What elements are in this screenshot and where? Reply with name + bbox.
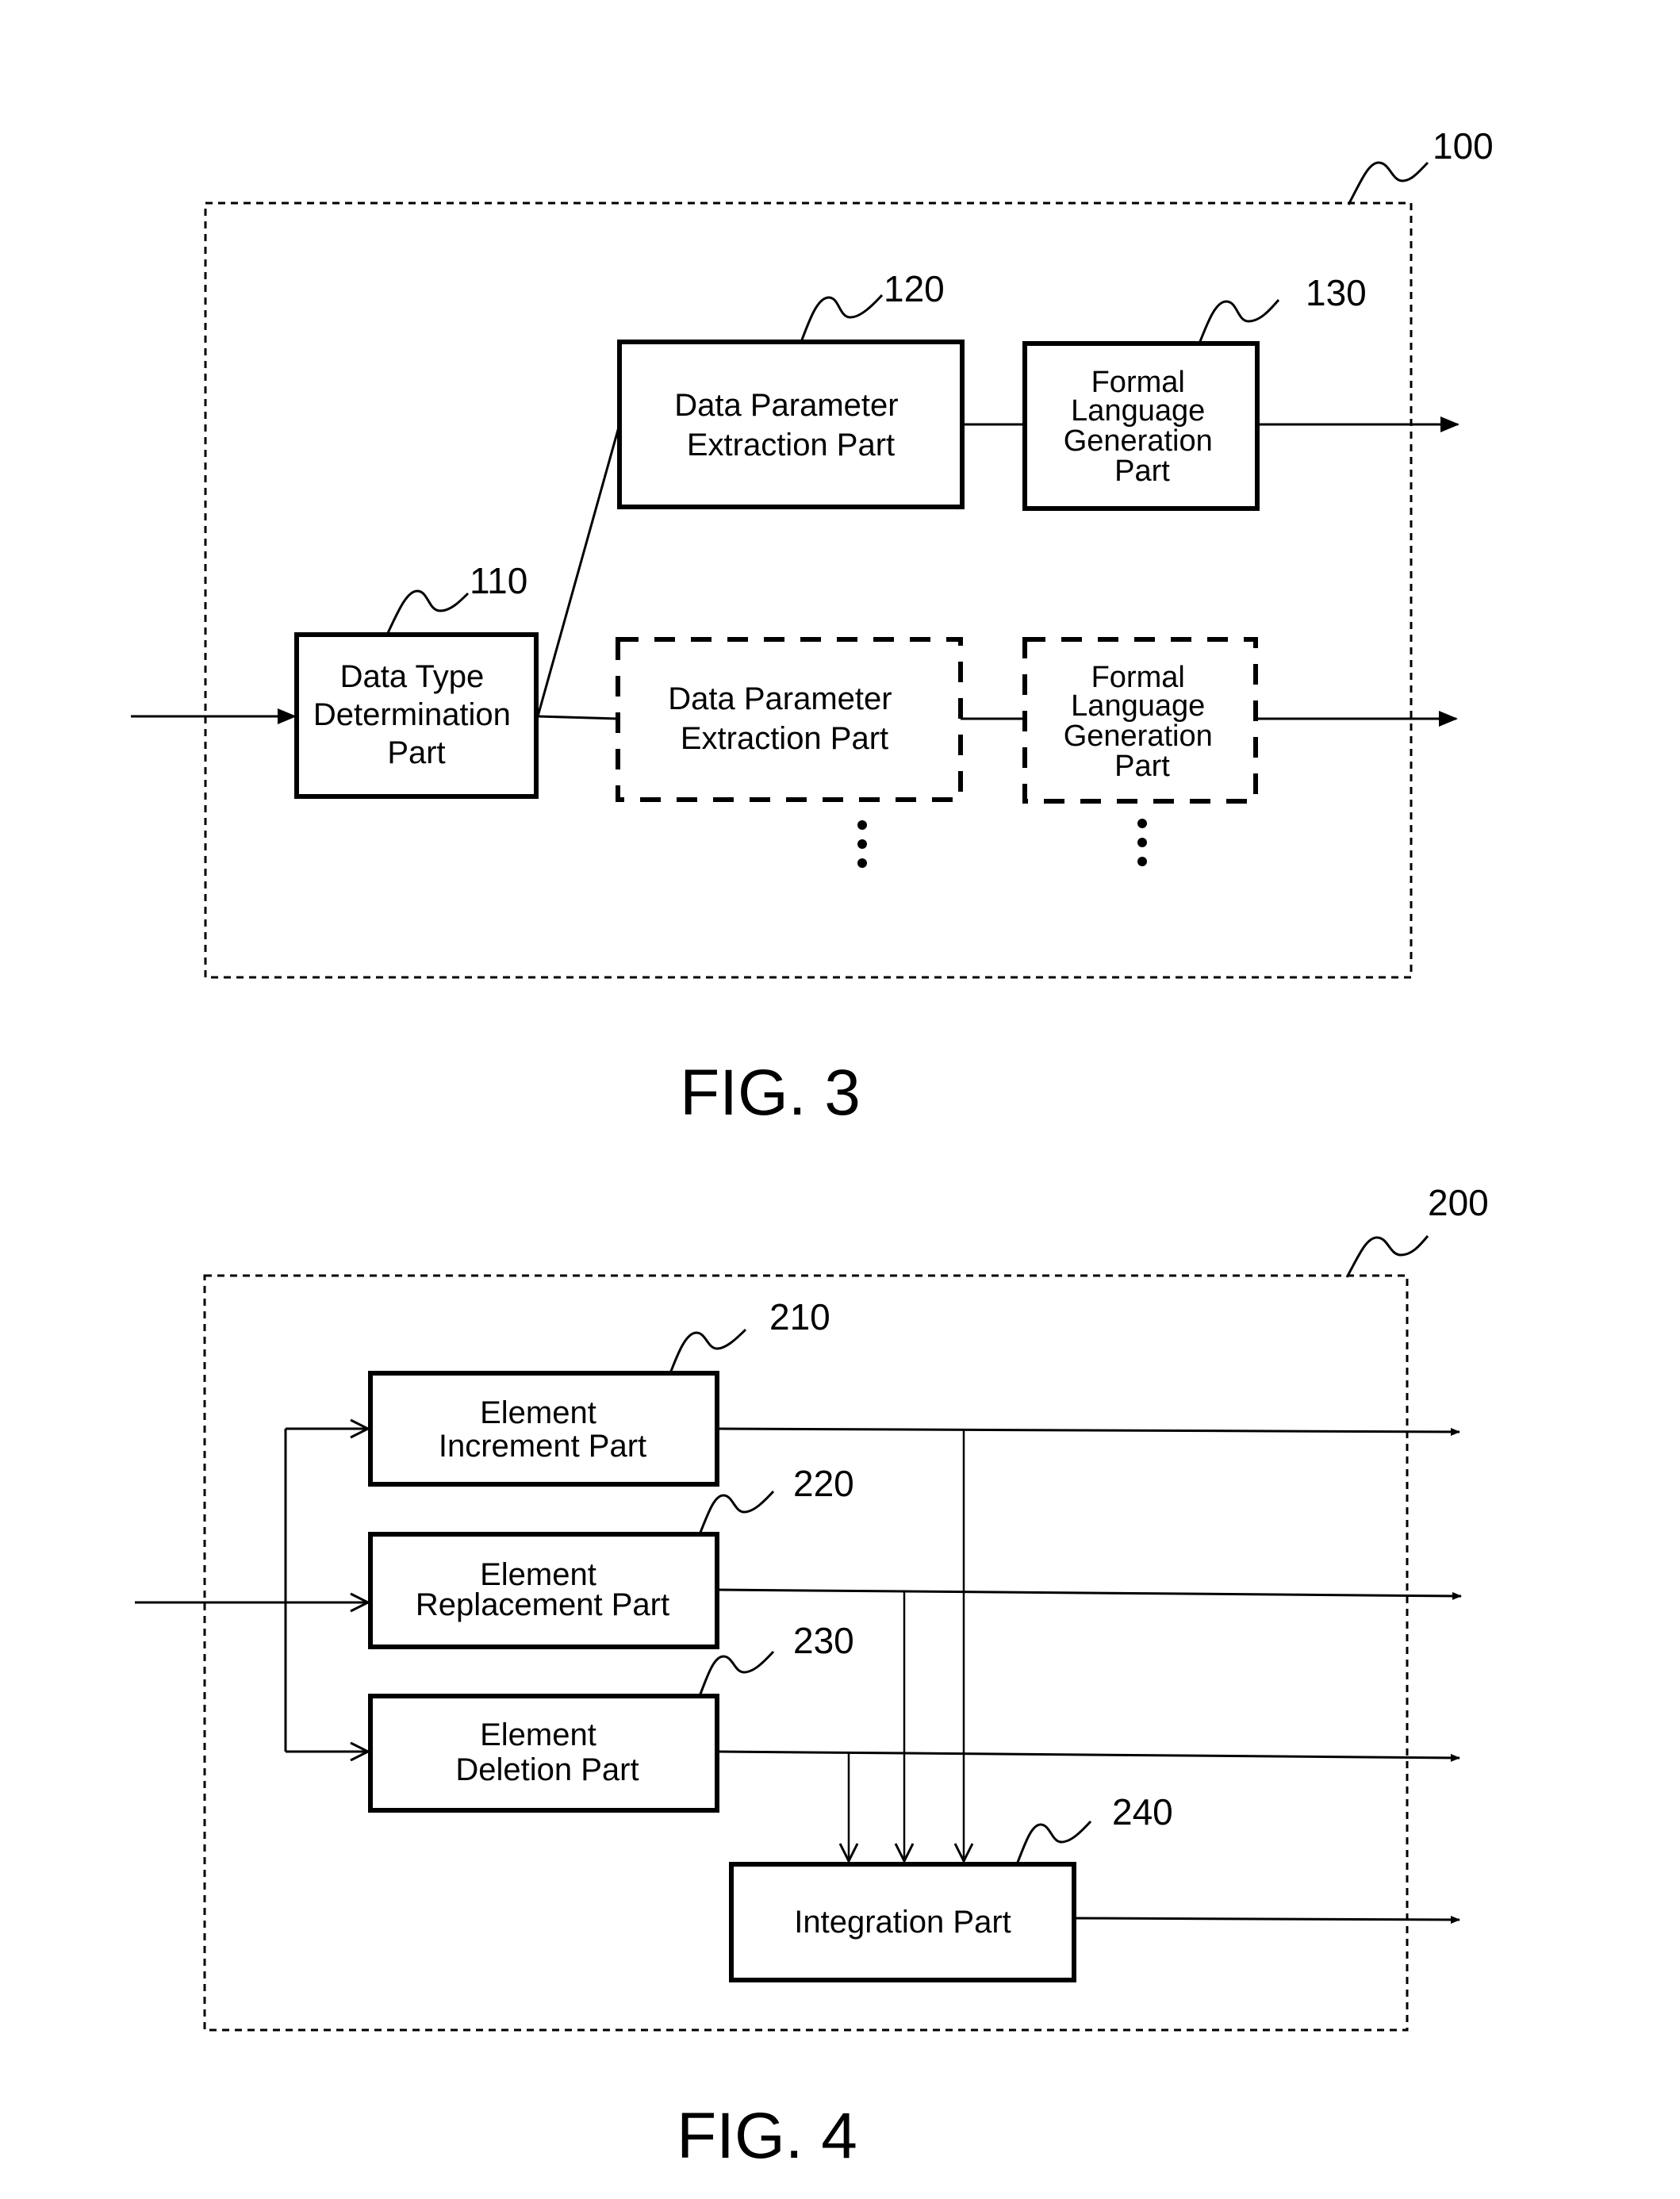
block-120-leader xyxy=(800,294,884,343)
block-230-line1: Element xyxy=(480,1717,596,1752)
block-210-ref: 210 xyxy=(769,1296,830,1337)
fig4-output-arrow-230 xyxy=(716,1750,1460,1762)
continuation-dots-1 xyxy=(857,820,867,868)
connector-110-120 xyxy=(536,424,621,717)
fig3-caption: FIG. 3 xyxy=(680,1057,861,1129)
patent-figures: 100 Data Type Determination Part 110 Dat… xyxy=(131,125,1494,2172)
block-220-leader xyxy=(698,1490,775,1535)
fig4-output-arrow-220 xyxy=(716,1588,1462,1600)
block-130-leader xyxy=(1198,299,1280,344)
dashed-block-2-line2: Language xyxy=(1071,689,1205,723)
dashed-block-1-line2: Extraction Part xyxy=(681,721,888,756)
fig4: 200 Element Increment Part 210 Element R… xyxy=(135,1182,1489,2172)
block-120-line1: Data Parameter xyxy=(674,388,898,423)
fig4-container-ref: 200 xyxy=(1428,1182,1489,1223)
block-130-line4: Part xyxy=(1114,455,1170,488)
dashed-block-2-line3: Generation xyxy=(1064,720,1213,753)
fig3: 100 Data Type Determination Part 110 Dat… xyxy=(131,125,1494,1129)
block-120-ref: 120 xyxy=(884,268,945,309)
block-220-ref: 220 xyxy=(793,1463,854,1504)
block-130-ref: 130 xyxy=(1306,272,1367,313)
block-240-ref: 240 xyxy=(1112,1791,1173,1832)
fig3-container-leader xyxy=(1347,161,1429,205)
fig4-caption: FIG. 4 xyxy=(677,2100,857,2172)
block-110-line1: Data Type xyxy=(340,659,485,694)
block-210-leader xyxy=(669,1328,747,1374)
block-230-line2: Deletion Part xyxy=(455,1752,639,1787)
continuation-dots-2 xyxy=(1137,819,1147,866)
block-130-line3: Generation xyxy=(1064,424,1213,458)
fig3-container-ref: 100 xyxy=(1433,125,1494,167)
dashed-block-1-line1: Data Parameter xyxy=(668,681,892,716)
block-130-line2: Language xyxy=(1071,394,1205,428)
fig4-output-arrow-240 xyxy=(1073,1915,1460,1924)
fig3-container xyxy=(204,201,1413,979)
block-110-ref: 110 xyxy=(470,560,527,601)
data-parameter-extraction-box xyxy=(617,340,965,509)
data-parameter-extraction-box-optional xyxy=(616,637,963,802)
block-110-line2: Determination xyxy=(313,697,511,732)
block-240-line1: Integration Part xyxy=(794,1905,1011,1940)
block-220-line2: Replacement Part xyxy=(416,1587,669,1622)
block-230-ref: 230 xyxy=(793,1620,854,1661)
connector-110-dashed xyxy=(537,715,619,720)
block-230-leader xyxy=(698,1650,775,1697)
fig4-container-leader xyxy=(1345,1235,1429,1278)
block-240-leader xyxy=(1015,1820,1092,1865)
fig4-output-arrow-210 xyxy=(716,1427,1460,1436)
block-210-line1: Element xyxy=(480,1395,596,1430)
block-120-line2: Extraction Part xyxy=(687,428,895,462)
block-210-line2: Increment Part xyxy=(439,1429,646,1464)
block-110-line3: Part xyxy=(387,735,445,770)
dashed-block-2-line4: Part xyxy=(1114,750,1170,783)
block-110-leader xyxy=(385,589,470,635)
